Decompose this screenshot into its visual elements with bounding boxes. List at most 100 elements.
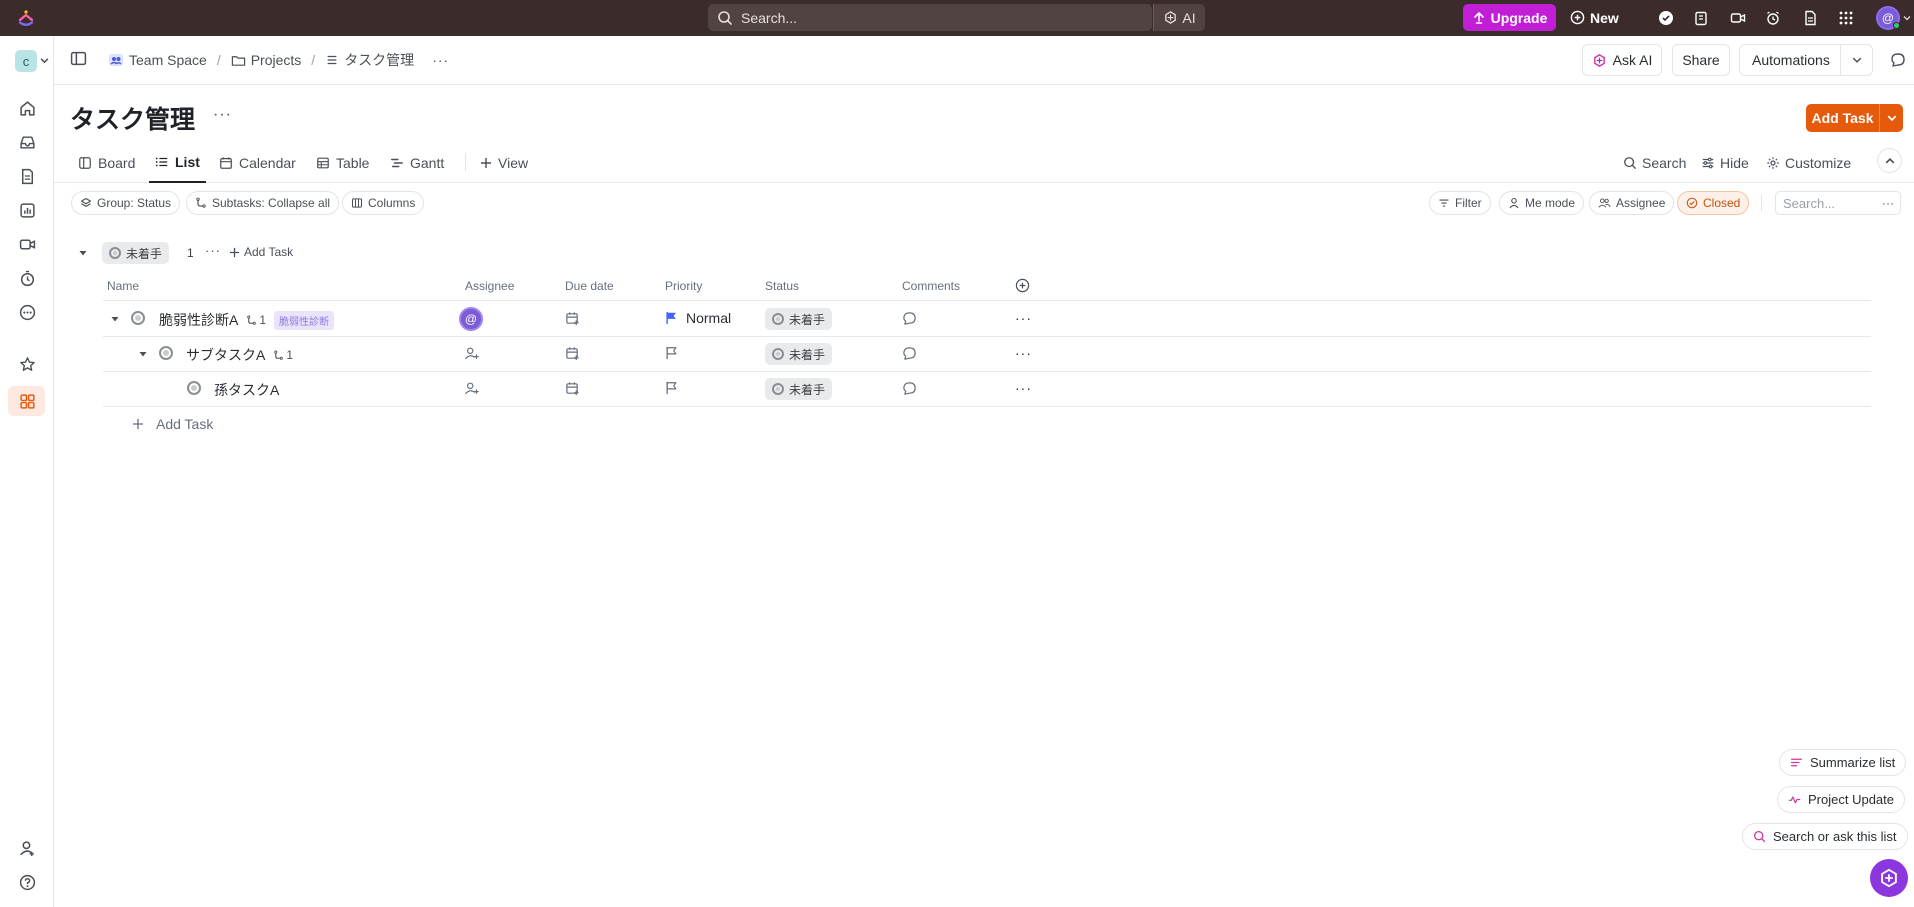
docs-icon[interactable] [17, 166, 37, 186]
add-task-row[interactable]: Add Task [132, 416, 213, 432]
row-more-options-icon[interactable]: ··· [1015, 345, 1032, 361]
row-more-options-icon[interactable]: ··· [1015, 310, 1032, 326]
chevron-down-icon[interactable] [40, 56, 49, 65]
flag-icon[interactable] [665, 381, 678, 395]
more-icon[interactable] [17, 302, 37, 322]
due-date-calendar-icon[interactable] [565, 346, 580, 361]
task-tag[interactable]: 脆弱性診断 [274, 310, 335, 330]
clipboard-icon[interactable] [1691, 8, 1711, 28]
add-column-icon[interactable] [1015, 278, 1030, 293]
document-icon[interactable] [1800, 8, 1820, 28]
sidebar-toggle-icon[interactable] [70, 50, 87, 67]
comment-icon[interactable] [902, 311, 917, 326]
spaces-icon[interactable] [17, 391, 37, 411]
priority-cell[interactable]: Normal [665, 310, 731, 326]
me-mode-chip[interactable]: Me mode [1499, 191, 1585, 215]
dashboard-icon[interactable] [17, 200, 37, 220]
video-icon[interactable] [1728, 8, 1748, 28]
global-search-input[interactable]: Search... [708, 4, 1152, 31]
project-update-button[interactable]: Project Update [1777, 786, 1905, 813]
ask-list-button[interactable]: Search or ask this list [1742, 823, 1908, 850]
summarize-list-button[interactable]: Summarize list [1779, 749, 1907, 776]
ask-ai-button[interactable]: Ask AI [1582, 44, 1662, 76]
chevron-down-icon[interactable] [1903, 14, 1911, 22]
share-button[interactable]: Share [1672, 44, 1730, 76]
subtask-count[interactable]: 1 [246, 313, 266, 327]
assignee-chip[interactable]: Assignee [1589, 191, 1675, 215]
tab-list[interactable]: List [149, 142, 206, 183]
task-status-pill[interactable]: 未着手 [765, 308, 833, 330]
title-more-options-icon[interactable]: ··· [213, 106, 232, 124]
home-icon[interactable] [17, 98, 37, 118]
more-options-icon[interactable]: ··· [432, 52, 449, 68]
add-task-button[interactable]: Add Task [1806, 104, 1903, 132]
collapse-header-button[interactable] [1877, 148, 1902, 173]
task-name[interactable]: 孫タスクA [214, 380, 279, 400]
subtask-count[interactable]: 1 [273, 348, 293, 362]
task-status-pill[interactable]: 未着手 [765, 378, 833, 400]
due-date-calendar-icon[interactable] [565, 311, 580, 326]
task-status-icon[interactable] [187, 381, 201, 395]
breadcrumb-current-list[interactable]: タスク管理 [325, 50, 414, 70]
assignee-avatar[interactable]: @ [459, 307, 483, 331]
clips-icon[interactable] [17, 234, 37, 254]
customize-tool-button[interactable]: Customize [1766, 142, 1851, 183]
clickup-logo-icon[interactable] [16, 8, 36, 28]
more-options-icon[interactable]: ··· [1882, 196, 1894, 210]
alarm-icon[interactable] [1763, 8, 1783, 28]
breadcrumb-team-space[interactable]: Team Space [108, 52, 207, 68]
add-assignee-icon[interactable] [464, 346, 480, 361]
task-status-icon[interactable] [131, 311, 145, 325]
columns-chip[interactable]: Columns [342, 191, 425, 215]
add-view-button[interactable]: View [480, 142, 528, 183]
automations-button[interactable]: Automations [1739, 44, 1873, 76]
favorites-icon[interactable] [17, 354, 37, 374]
ai-button[interactable]: AI [1153, 4, 1205, 31]
list-search-input[interactable]: Search... ··· [1775, 191, 1901, 215]
column-header-assignee[interactable]: Assignee [465, 279, 514, 293]
column-header-priority[interactable]: Priority [665, 279, 702, 293]
add-assignee-icon[interactable] [464, 381, 480, 396]
help-icon[interactable] [17, 872, 37, 892]
tab-gantt[interactable]: Gantt [390, 142, 444, 183]
tab-board[interactable]: Board [78, 142, 135, 183]
tab-table[interactable]: Table [316, 142, 369, 183]
hide-tool-button[interactable]: Hide [1701, 142, 1749, 183]
caret-down-icon[interactable] [78, 248, 88, 258]
subtasks-chip[interactable]: Subtasks: Collapse all [186, 191, 340, 215]
check-circle-icon[interactable] [1656, 8, 1676, 28]
due-date-calendar-icon[interactable] [565, 381, 580, 396]
task-status-pill[interactable]: 未着手 [765, 343, 833, 365]
new-button[interactable]: New [1570, 4, 1626, 31]
breadcrumb-projects[interactable]: Projects [231, 52, 301, 68]
filter-chip[interactable]: Filter [1429, 191, 1491, 215]
comment-icon[interactable] [902, 381, 917, 396]
apps-grid-icon[interactable] [1836, 8, 1856, 28]
ai-assistant-button[interactable] [1870, 859, 1908, 897]
search-tool-button[interactable]: Search [1623, 142, 1686, 183]
inbox-icon[interactable] [17, 132, 37, 152]
group-status-pill[interactable]: 未着手 [102, 242, 170, 264]
caret-down-icon[interactable] [138, 349, 148, 359]
comment-icon[interactable] [902, 346, 917, 361]
tab-calendar[interactable]: Calendar [219, 142, 296, 183]
invite-user-icon[interactable] [17, 838, 37, 858]
flag-icon[interactable] [665, 346, 678, 360]
upgrade-button[interactable]: Upgrade [1463, 4, 1556, 31]
closed-chip[interactable]: Closed [1677, 191, 1750, 215]
chevron-down-icon[interactable] [1879, 104, 1903, 132]
group-by-chip[interactable]: Group: Status [71, 191, 181, 215]
caret-down-icon[interactable] [110, 314, 120, 324]
task-status-icon[interactable] [159, 346, 173, 360]
column-header-comments[interactable]: Comments [902, 279, 960, 293]
group-add-task-button[interactable]: Add Task [229, 245, 293, 259]
column-header-status[interactable]: Status [765, 279, 799, 293]
workspace-switcher[interactable]: c [15, 50, 37, 72]
column-header-name[interactable]: Name [107, 279, 139, 293]
group-more-options-icon[interactable]: ··· [205, 243, 221, 258]
task-name[interactable]: 脆弱性診断A [159, 310, 238, 330]
timesheet-icon[interactable] [17, 268, 37, 288]
chat-icon[interactable] [1890, 52, 1906, 68]
row-more-options-icon[interactable]: ··· [1015, 380, 1032, 396]
chevron-down-icon[interactable] [1840, 45, 1873, 75]
